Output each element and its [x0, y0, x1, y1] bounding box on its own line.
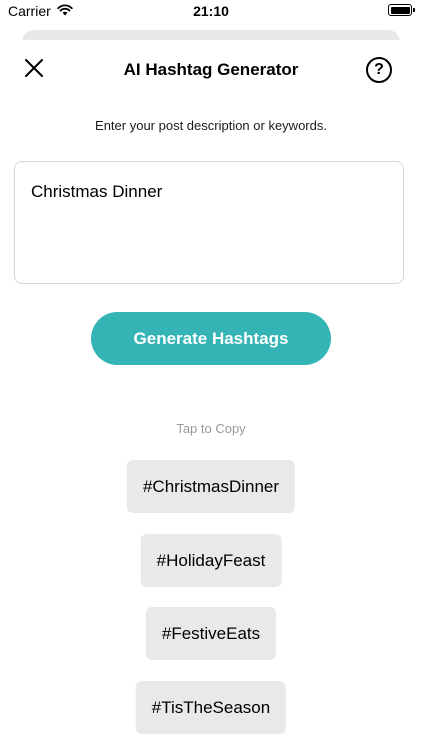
generate-hashtags-label: Generate Hashtags [133, 328, 289, 348]
help-icon: ? [374, 61, 384, 78]
status-time: 21:10 [193, 3, 229, 19]
hashtag-chip[interactable]: #TisTheSeason [135, 681, 287, 734]
generate-hashtags-button[interactable]: Generate Hashtags [91, 312, 331, 365]
status-bar: Carrier 21:10 [0, 0, 422, 24]
hashtag-chip[interactable]: #FestiveEats [145, 607, 277, 660]
screen: Carrier 21:10 AI Hashtag Generator ? Ent… [0, 0, 422, 750]
tap-to-copy-hint: Tap to Copy [176, 421, 246, 436]
instruction-text: Enter your post description or keywords. [95, 118, 327, 133]
battery-icon [388, 4, 415, 16]
description-input[interactable]: Christmas Dinner [14, 161, 404, 284]
page-title: AI Hashtag Generator [123, 60, 299, 79]
hashtag-chip[interactable]: #ChristmasDinner [126, 460, 296, 513]
help-button[interactable]: ? [366, 57, 392, 83]
hashtag-chip[interactable]: #HolidayFeast [140, 534, 282, 587]
